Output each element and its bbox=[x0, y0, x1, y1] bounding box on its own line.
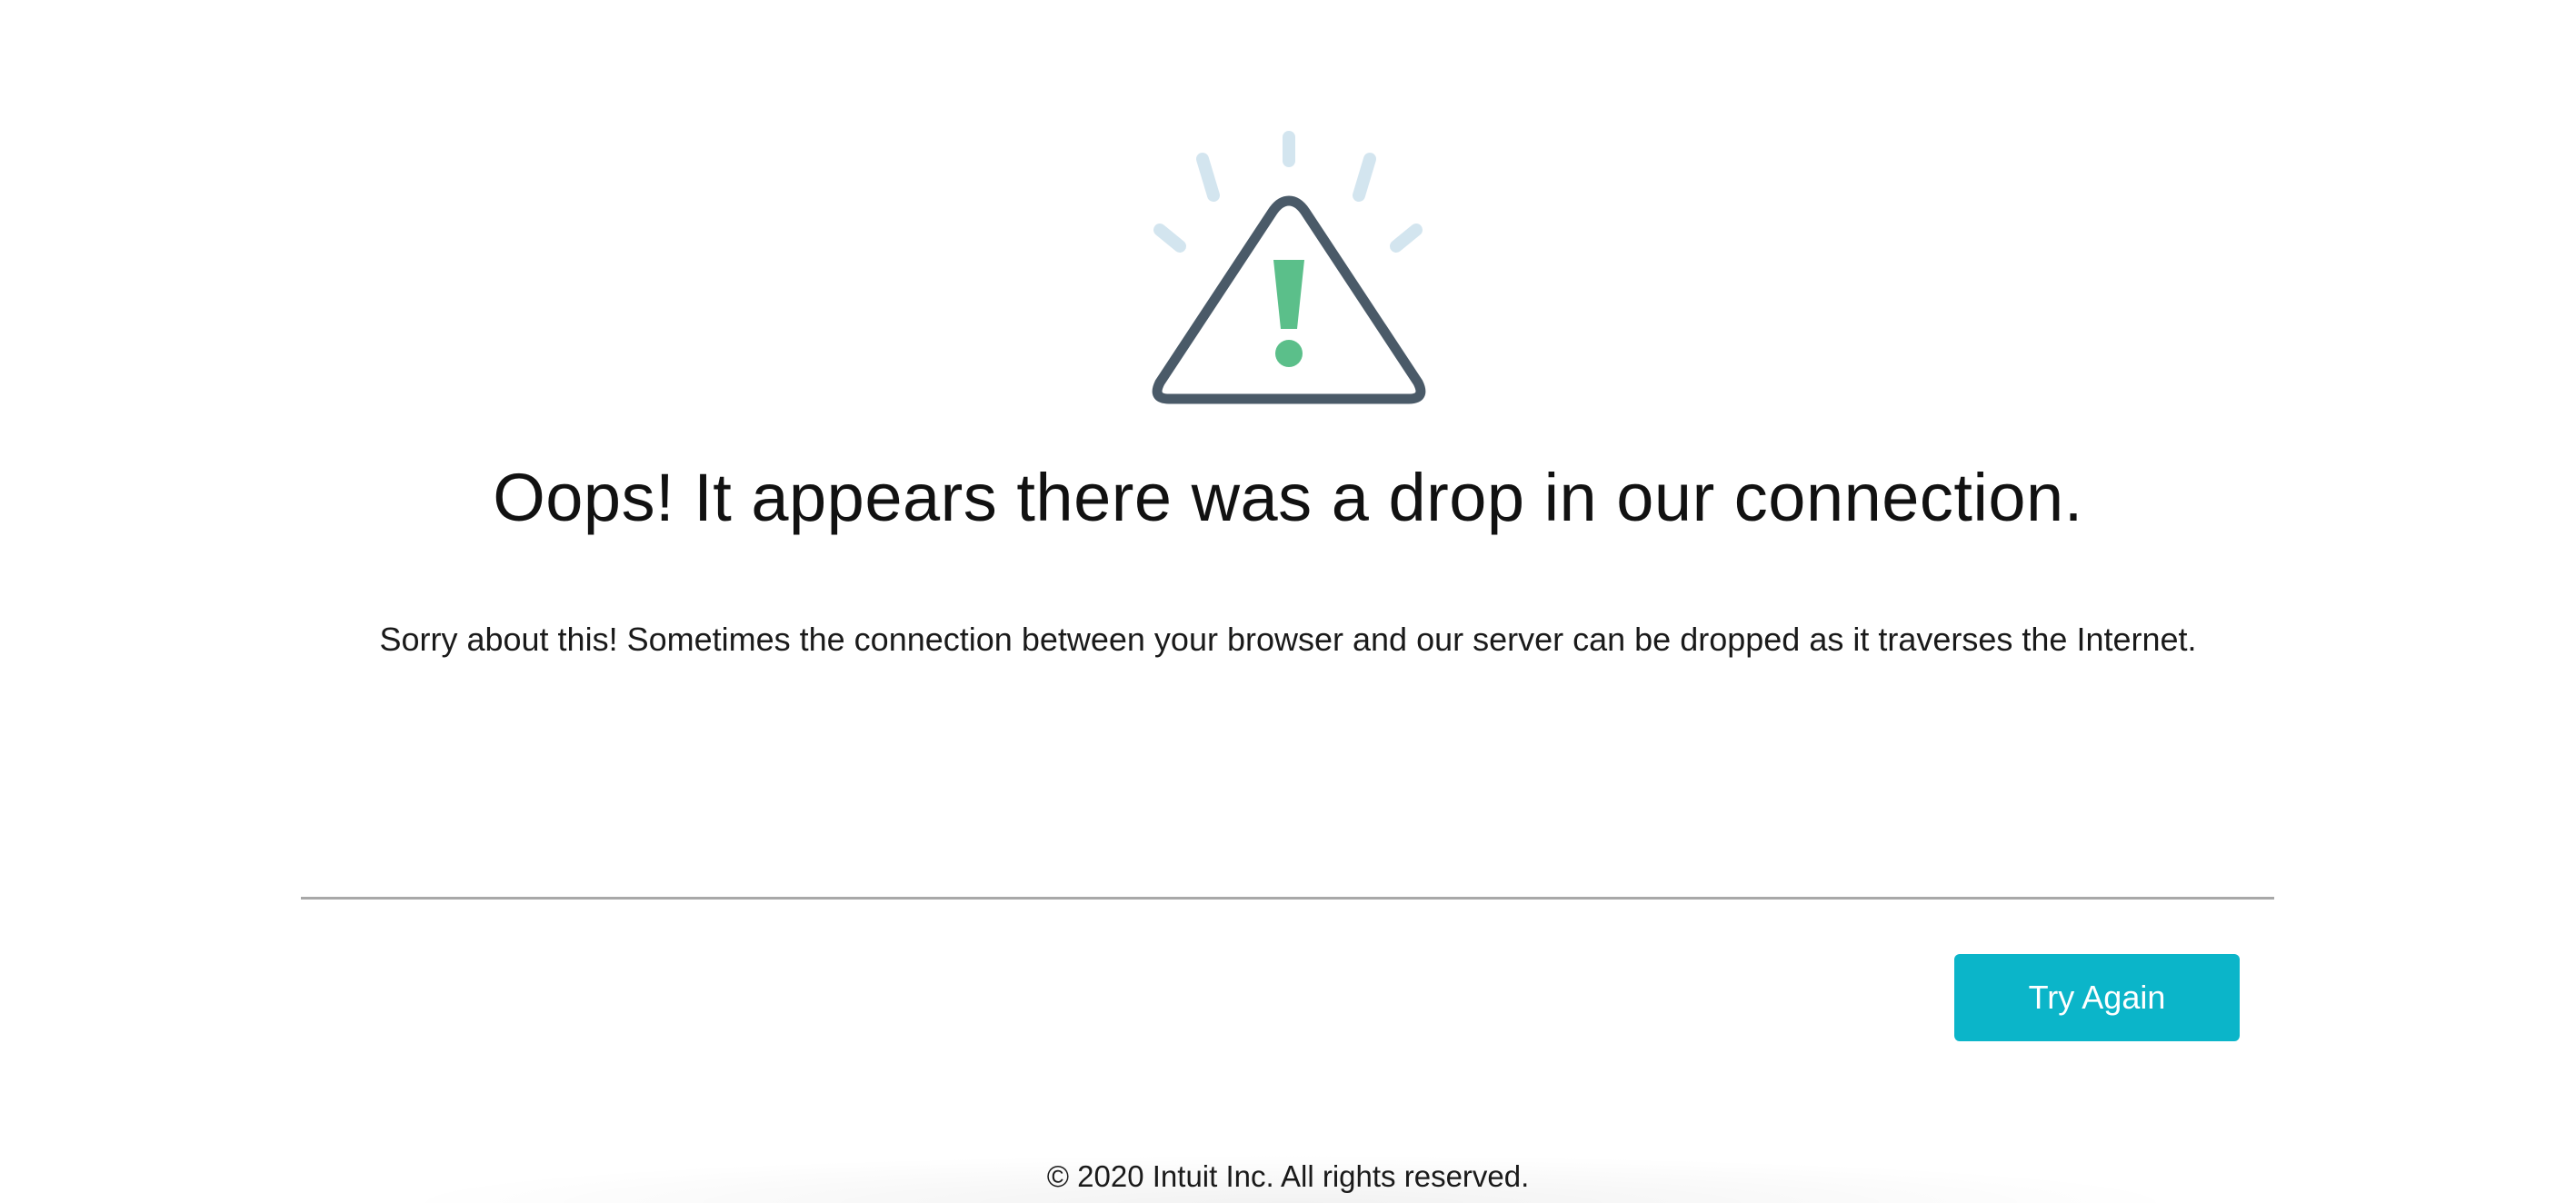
warning-illustration bbox=[1145, 123, 1427, 413]
divider bbox=[301, 897, 2274, 900]
alert-ray bbox=[1390, 224, 1423, 253]
exclamation-dot bbox=[1275, 340, 1303, 367]
alert-ray bbox=[1353, 153, 1376, 202]
warning-triangle-icon bbox=[1152, 131, 1426, 404]
try-again-button[interactable]: Try Again bbox=[1954, 954, 2240, 1041]
copyright-text: © 2020 Intuit Inc. All rights reserved. bbox=[1046, 1159, 1530, 1193]
alert-ray bbox=[1196, 153, 1220, 202]
error-headline: Oops! It appears there was a drop in our… bbox=[493, 460, 2083, 535]
error-message: Sorry about this! Sometimes the connecti… bbox=[379, 621, 2197, 658]
alert-ray bbox=[1153, 224, 1186, 253]
